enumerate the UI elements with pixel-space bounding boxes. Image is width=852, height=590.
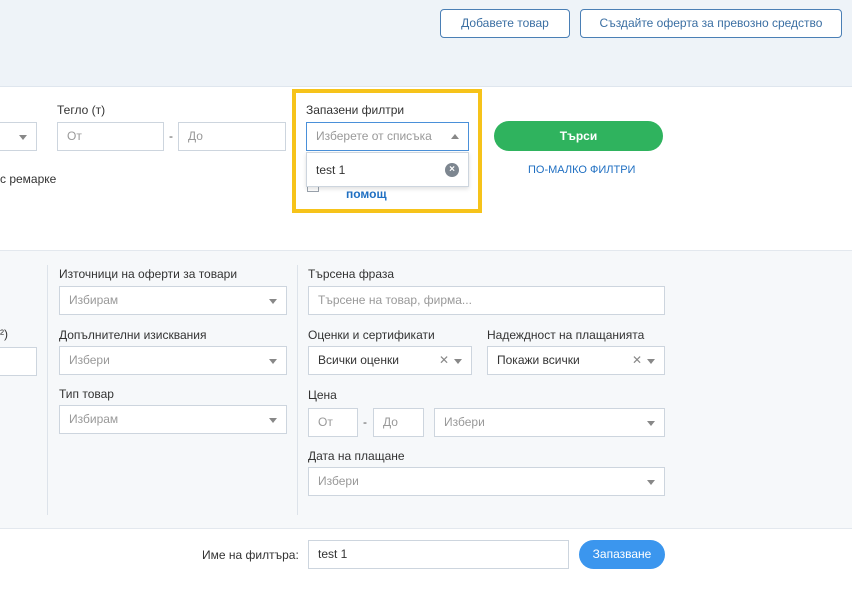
chevron-down-icon xyxy=(269,418,277,423)
partial-label: ²) xyxy=(0,327,8,341)
chevron-down-icon xyxy=(269,299,277,304)
ratings-label: Оценки и сертификати xyxy=(308,328,435,342)
sources-select[interactable]: Избирам xyxy=(59,286,287,315)
currency-select[interactable]: Избери xyxy=(434,408,665,437)
payment-reliability-label: Надеждност на плащанията xyxy=(487,328,645,342)
chevron-down-icon xyxy=(19,135,27,140)
add-cargo-button[interactable]: Добавете товар xyxy=(440,9,570,38)
save-filter-button[interactable]: Запазване xyxy=(579,540,665,569)
advanced-filters-panel: ²) Източници на оферти за товари Избирам… xyxy=(0,250,852,528)
column-divider xyxy=(47,265,48,515)
create-vehicle-offer-button[interactable]: Създайте оферта за превозно средство xyxy=(580,9,842,38)
highlight-frame xyxy=(292,89,482,213)
chevron-down-icon xyxy=(454,359,462,364)
filter-name-label: Име на филтъра: xyxy=(202,548,299,562)
top-bar: Добавете товар Създайте оферта за превоз… xyxy=(0,0,852,87)
search-button[interactable]: Търси xyxy=(494,121,663,151)
extra-requirements-select[interactable]: Избери xyxy=(59,346,287,375)
payment-date-value: Избери xyxy=(318,474,359,488)
weight-label: Тегло (т) xyxy=(57,103,106,117)
price-to-input[interactable]: До xyxy=(373,408,424,437)
trailer-checkbox-label: с ремарке xyxy=(0,172,57,186)
clear-icon[interactable]: ✕ xyxy=(439,347,449,374)
price-label: Цена xyxy=(308,388,337,402)
price-dash: - xyxy=(363,415,367,429)
cargo-type-select[interactable]: Избирам xyxy=(59,405,287,434)
weight-dash: - xyxy=(169,129,173,143)
partial-select[interactable] xyxy=(0,122,37,151)
search-phrase-input[interactable]: Търсене на товар, фирма... xyxy=(308,286,665,315)
ratings-select[interactable]: Всички оценки ✕ xyxy=(308,346,472,375)
payment-reliability-value: Покажи всички xyxy=(497,353,580,367)
chevron-down-icon xyxy=(647,421,655,426)
filter-name-input[interactable]: test 1 xyxy=(308,540,569,569)
price-from-input[interactable]: От xyxy=(308,408,358,437)
chevron-down-icon xyxy=(647,480,655,485)
weight-from-input[interactable]: От xyxy=(57,122,164,151)
chevron-down-icon xyxy=(269,359,277,364)
sources-label: Източници на оферти за товари xyxy=(59,267,238,281)
extra-requirements-value: Избери xyxy=(69,353,110,367)
payment-date-label: Дата на плащане xyxy=(308,449,405,463)
payment-date-select[interactable]: Избери xyxy=(308,467,665,496)
extra-requirements-label: Допълнителни изисквания xyxy=(59,328,207,342)
save-filter-bar: Име на филтъра: test 1 Запазване xyxy=(0,528,852,578)
currency-value: Избери xyxy=(444,415,485,429)
cargo-type-value: Избирам xyxy=(69,412,119,426)
partial-input[interactable] xyxy=(0,347,37,376)
weight-to-input[interactable]: До xyxy=(178,122,286,151)
fewer-filters-link[interactable]: ПО-МАЛКО ФИЛТРИ xyxy=(528,164,635,176)
column-divider xyxy=(297,265,298,515)
cargo-type-label: Тип товар xyxy=(59,387,114,401)
sources-value: Избирам xyxy=(69,293,119,307)
chevron-down-icon xyxy=(647,359,655,364)
search-phrase-label: Търсена фраза xyxy=(308,267,395,281)
ratings-value: Всички оценки xyxy=(318,353,399,367)
clear-icon[interactable]: ✕ xyxy=(632,347,642,374)
payment-reliability-select[interactable]: Покажи всички ✕ xyxy=(487,346,665,375)
